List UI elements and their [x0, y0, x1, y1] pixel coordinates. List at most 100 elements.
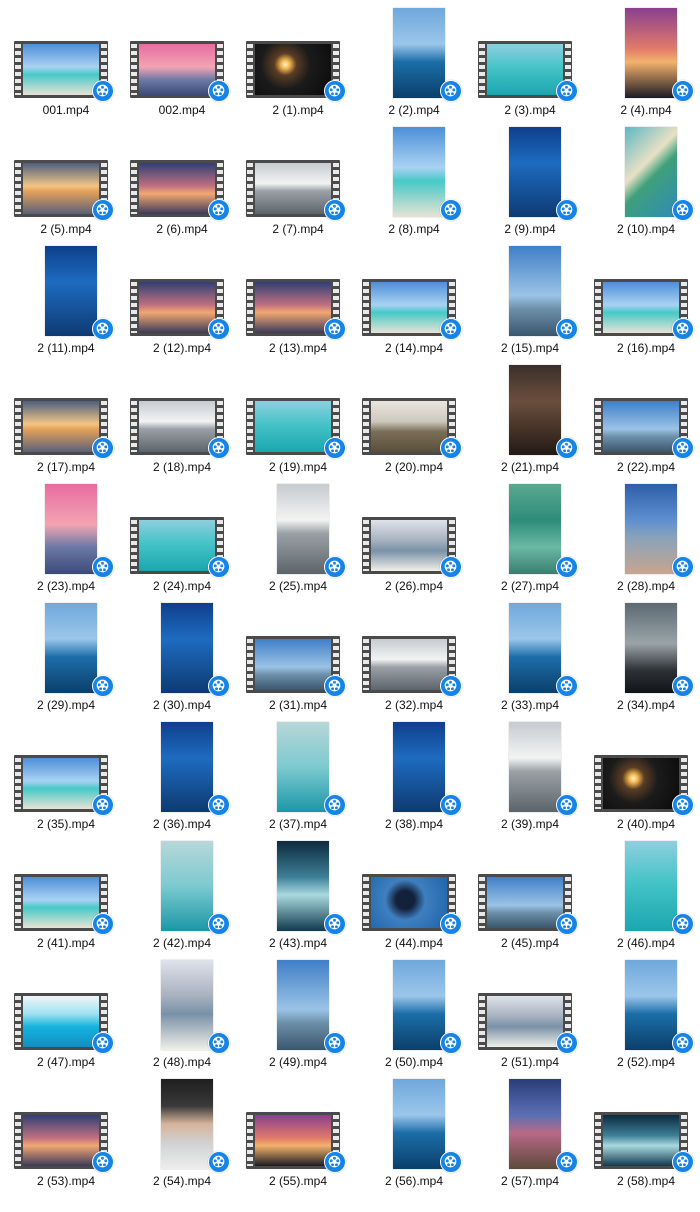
file-item[interactable]: 2 (18).mp4	[126, 361, 238, 477]
file-item[interactable]: 2 (27).mp4	[474, 480, 586, 596]
file-thumbnail[interactable]	[10, 722, 122, 816]
file-item[interactable]: 2 (52).mp4	[590, 956, 700, 1072]
file-thumbnail[interactable]	[474, 484, 586, 578]
file-item[interactable]: 2 (36).mp4	[126, 718, 238, 834]
file-thumbnail[interactable]	[358, 1079, 470, 1173]
file-item[interactable]: 2 (57).mp4	[474, 1075, 586, 1191]
file-item[interactable]: 2 (41).mp4	[10, 837, 122, 953]
file-item[interactable]: 2 (42).mp4	[126, 837, 238, 953]
file-item[interactable]: 2 (5).mp4	[10, 123, 122, 239]
file-thumbnail[interactable]	[242, 365, 354, 459]
file-thumbnail[interactable]	[590, 484, 700, 578]
file-item[interactable]: 2 (2).mp4	[358, 4, 470, 120]
file-item[interactable]: 2 (24).mp4	[126, 480, 238, 596]
file-item[interactable]: 2 (25).mp4	[242, 480, 354, 596]
file-item[interactable]: 2 (21).mp4	[474, 361, 586, 477]
file-thumbnail[interactable]	[126, 246, 238, 340]
file-item[interactable]: 2 (46).mp4	[590, 837, 700, 953]
file-thumbnail[interactable]	[474, 8, 586, 102]
file-thumbnail[interactable]	[126, 960, 238, 1054]
file-thumbnail[interactable]	[126, 603, 238, 697]
file-item[interactable]: 2 (58).mp4	[590, 1075, 700, 1191]
file-thumbnail[interactable]	[126, 127, 238, 221]
file-item[interactable]: 2 (1).mp4	[242, 4, 354, 120]
file-thumbnail[interactable]	[358, 246, 470, 340]
file-thumbnail[interactable]	[590, 127, 700, 221]
file-item[interactable]: 2 (38).mp4	[358, 718, 470, 834]
file-item[interactable]: 2 (17).mp4	[10, 361, 122, 477]
file-item[interactable]: 2 (30).mp4	[126, 599, 238, 715]
file-thumbnail[interactable]	[358, 365, 470, 459]
file-item[interactable]: 2 (33).mp4	[474, 599, 586, 715]
file-thumbnail[interactable]	[474, 841, 586, 935]
file-item[interactable]: 2 (28).mp4	[590, 480, 700, 596]
file-thumbnail[interactable]	[474, 365, 586, 459]
file-thumbnail[interactable]	[474, 1079, 586, 1173]
file-item[interactable]: 2 (7).mp4	[242, 123, 354, 239]
file-item[interactable]: 2 (11).mp4	[10, 242, 122, 358]
file-thumbnail[interactable]	[126, 841, 238, 935]
file-item[interactable]: 2 (29).mp4	[10, 599, 122, 715]
file-thumbnail[interactable]	[126, 722, 238, 816]
file-item[interactable]: 2 (34).mp4	[590, 599, 700, 715]
file-thumbnail[interactable]	[474, 127, 586, 221]
file-thumbnail[interactable]	[590, 722, 700, 816]
file-thumbnail[interactable]	[590, 841, 700, 935]
file-thumbnail[interactable]	[358, 8, 470, 102]
file-thumbnail[interactable]	[590, 8, 700, 102]
file-item[interactable]: 2 (55).mp4	[242, 1075, 354, 1191]
file-item[interactable]: 2 (43).mp4	[242, 837, 354, 953]
file-item[interactable]: 2 (20).mp4	[358, 361, 470, 477]
file-thumbnail[interactable]	[242, 1079, 354, 1173]
file-thumbnail[interactable]	[358, 722, 470, 816]
file-thumbnail[interactable]	[126, 8, 238, 102]
file-item[interactable]: 2 (35).mp4	[10, 718, 122, 834]
file-item[interactable]: 2 (6).mp4	[126, 123, 238, 239]
file-item[interactable]: 2 (40).mp4	[590, 718, 700, 834]
file-thumbnail[interactable]	[10, 246, 122, 340]
file-thumbnail[interactable]	[126, 1079, 238, 1173]
file-item[interactable]: 2 (26).mp4	[358, 480, 470, 596]
file-thumbnail[interactable]	[590, 603, 700, 697]
file-thumbnail[interactable]	[242, 841, 354, 935]
file-thumbnail[interactable]	[10, 960, 122, 1054]
file-item[interactable]: 2 (19).mp4	[242, 361, 354, 477]
file-thumbnail[interactable]	[358, 603, 470, 697]
file-item[interactable]: 2 (37).mp4	[242, 718, 354, 834]
file-thumbnail[interactable]	[358, 127, 470, 221]
file-thumbnail[interactable]	[10, 603, 122, 697]
file-item[interactable]: 2 (51).mp4	[474, 956, 586, 1072]
file-item[interactable]: 2 (44).mp4	[358, 837, 470, 953]
file-item[interactable]: 2 (54).mp4	[126, 1075, 238, 1191]
file-thumbnail[interactable]	[474, 603, 586, 697]
file-thumbnail[interactable]	[10, 365, 122, 459]
file-item[interactable]: 2 (14).mp4	[358, 242, 470, 358]
file-thumbnail[interactable]	[10, 841, 122, 935]
file-thumbnail[interactable]	[242, 484, 354, 578]
file-item[interactable]: 002.mp4	[126, 4, 238, 120]
file-item[interactable]: 2 (12).mp4	[126, 242, 238, 358]
file-thumbnail[interactable]	[242, 8, 354, 102]
file-thumbnail[interactable]	[242, 246, 354, 340]
file-item[interactable]: 2 (10).mp4	[590, 123, 700, 239]
file-item[interactable]: 001.mp4	[10, 4, 122, 120]
file-item[interactable]: 2 (47).mp4	[10, 956, 122, 1072]
file-thumbnail[interactable]	[242, 960, 354, 1054]
file-thumbnail[interactable]	[10, 1079, 122, 1173]
file-item[interactable]: 2 (45).mp4	[474, 837, 586, 953]
file-thumbnail[interactable]	[590, 365, 700, 459]
file-item[interactable]: 2 (48).mp4	[126, 956, 238, 1072]
file-thumbnail[interactable]	[10, 8, 122, 102]
file-item[interactable]: 2 (53).mp4	[10, 1075, 122, 1191]
file-thumbnail[interactable]	[590, 1079, 700, 1173]
file-item[interactable]: 2 (23).mp4	[10, 480, 122, 596]
file-item[interactable]: 2 (4).mp4	[590, 4, 700, 120]
file-thumbnail[interactable]	[10, 127, 122, 221]
file-thumbnail[interactable]	[126, 365, 238, 459]
file-item[interactable]: 2 (32).mp4	[358, 599, 470, 715]
file-item[interactable]: 2 (22).mp4	[590, 361, 700, 477]
file-thumbnail[interactable]	[474, 722, 586, 816]
file-thumbnail[interactable]	[242, 722, 354, 816]
file-item[interactable]: 2 (9).mp4	[474, 123, 586, 239]
file-thumbnail[interactable]	[590, 246, 700, 340]
